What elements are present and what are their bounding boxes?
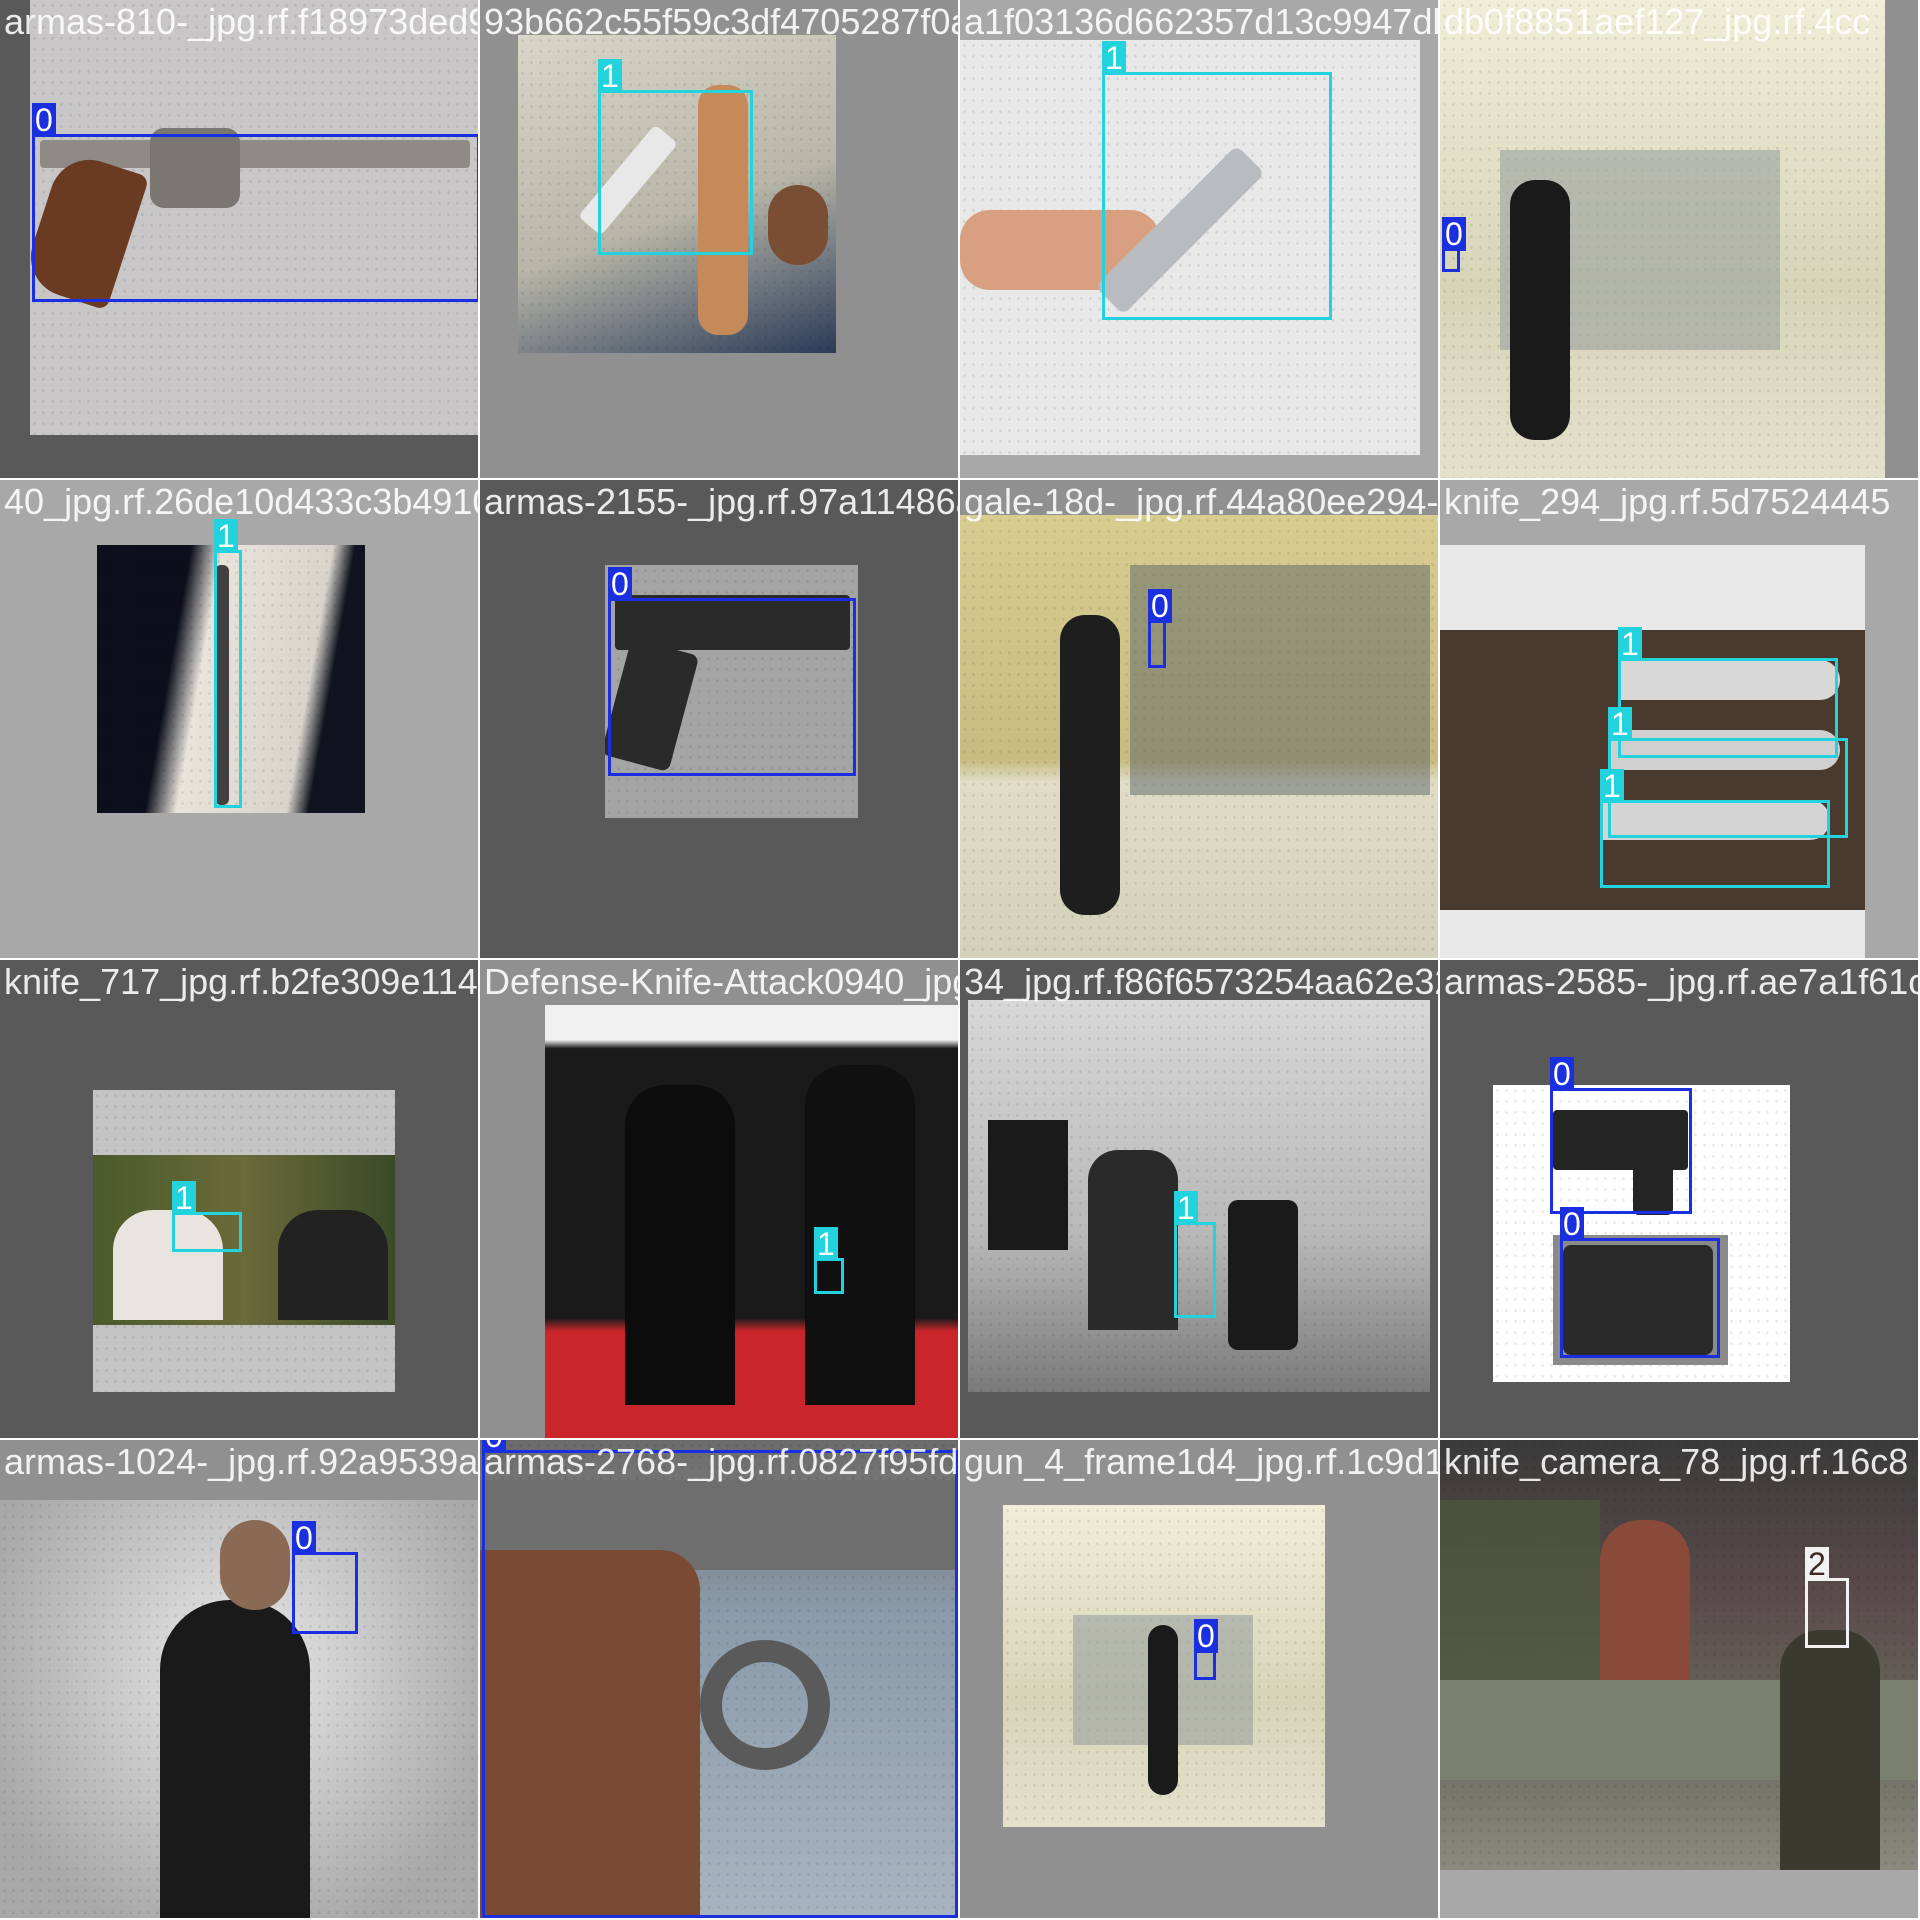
tile-filename: armas-1024-_jpg.rf.92a9539a84a102708a43 [4,1441,479,1482]
class-tag: 1 [1618,627,1642,661]
detection-box-gun: 0 [1560,1207,1720,1358]
tile-9: 1 knife_717_jpg.rf.b2fe309e114b15713d276… [0,960,480,1440]
class-tag: 0 [1442,217,1466,251]
tile-filename: knife_294_jpg.rf.5d7524445 [1444,481,1891,522]
tile-photo [1440,0,1885,478]
class-tag: 1 [1102,41,1126,75]
tile-photo [960,515,1438,958]
person [1060,615,1120,915]
tile-10: 1 Defense-Knife-Attack0940_jpg.rf.f86f65… [480,960,960,1440]
tile-filename: Defense-Knife-Attack0940_jpg.rf.f86f6573… [484,961,960,1002]
person [625,1085,735,1405]
glass-doors [1130,565,1430,795]
tile-filename: 40_jpg.rf.26de10d433c3b49108ca47215-a026… [4,481,478,522]
detection-box-knife: 1 [172,1181,242,1252]
class-tag: 1 [1600,769,1624,803]
detection-box-other: 2 [1805,1547,1849,1648]
image-grid: 0 armas-810-_jpg.rf.f18973ded93b662c55f5… [0,0,1920,1920]
person [1148,1625,1178,1795]
class-tag: 1 [1174,1191,1198,1225]
detection-box-knife: 1 [1600,769,1830,888]
tile-filename: 34_jpg.rf.f86f6573254aa62e32de588d_jpg.r… [964,961,1438,1002]
class-tag: 1 [598,59,622,93]
tile-photo [1440,1440,1918,1870]
detection-box-gun: 0 [1550,1057,1692,1214]
person-head [768,185,828,265]
tile-filename: gun_4_frame1d4_jpg.rf.1c9d14eff36e03f973 [964,1441,1438,1482]
class-tag: 0 [1560,1207,1584,1241]
detection-box-gun: 0 [608,567,856,776]
tile-13: 0 armas-1024-_jpg.rf.92a9539a84a102708a4… [0,1440,480,1920]
tile-8: 1 1 1 knife_294_jpg.rf.5d7524445 [1440,480,1920,960]
tile-16: 2 knife_camera_78_jpg.rf.16c8 [1440,1440,1920,1920]
tile-7: 0 gale-18d-_jpg.rf.44a80ee294-jpg.rf.5d [960,480,1440,960]
detection-box-gun: 0 [292,1521,358,1634]
detection-box-knife: 1 [1102,41,1332,320]
detection-box-gun: 0 [1148,589,1172,668]
detection-box-gun: 0 [32,103,478,302]
person [160,1600,310,1918]
tile-filename: a1f03136d662357d13c9947db0f8851aef127_jp… [964,1,1438,42]
class-tag: 0 [32,103,56,137]
tile-5: 1 40_jpg.rf.26de10d433c3b49108ca47215-a0… [0,480,480,960]
tile-photo [0,1500,478,1918]
person [1088,1150,1178,1330]
tile-14: 0 armas-2768-_jpg.rf.0827f95fdb354c3a144… [480,1440,960,1920]
class-tag: 0 [1550,1057,1574,1091]
class-tag: 1 [172,1181,196,1215]
person [1600,1520,1690,1680]
person [1510,180,1570,440]
tile-filename: knife_717_jpg.rf.b2fe309e114b15713d2764b… [4,961,478,1002]
tile-filename: armas-2585-_jpg.rf.ae7a1f61c [1444,961,1920,1002]
tile-photo [1003,1505,1325,1827]
tile-15: 0 gun_4_frame1d4_jpg.rf.1c9d14eff36e03f9… [960,1440,1440,1920]
tile-2: 1 93b662c55f59c3df4705287f0a1f03136d6623… [480,0,960,480]
monitor [988,1120,1068,1250]
class-tag: 1 [1608,707,1632,741]
detection-box-gun: 0 [482,1440,958,1918]
detection-box-gun: 0 [1442,217,1466,272]
tile-4: 0 db0f8851aef127_jpg.rf.4cc [1440,0,1920,480]
class-tag: 2 [1805,1547,1829,1581]
class-tag: 1 [814,1227,838,1261]
person [1780,1630,1880,1870]
detection-box-knife: 1 [814,1227,844,1294]
tile-3: 1 a1f03136d662357d13c9947db0f8851aef127_… [960,0,1440,480]
detection-box-knife: 1 [598,59,753,255]
chair [1228,1200,1298,1350]
class-tag: 0 [608,567,632,601]
class-tag: 0 [1148,589,1172,623]
tile-filename: armas-2155-_jpg.rf.97a11486a4e1f0a8b824_… [484,481,958,522]
class-tag: 0 [292,1521,316,1555]
tile-photo [93,1090,395,1392]
person [278,1210,388,1320]
class-tag: 0 [482,1440,506,1453]
tile-photo [968,1000,1430,1392]
tile-12: 0 0 armas-2585-_jpg.rf.ae7a1f61c [1440,960,1920,1440]
person-head [220,1520,290,1610]
detection-box-gun: 0 [1194,1619,1218,1680]
class-tag: 0 [1194,1619,1218,1653]
tile-photo [545,1005,958,1438]
detection-box-knife: 1 [1174,1191,1216,1318]
tile-11: 1 34_jpg.rf.f86f6573254aa62e32de588d_jpg… [960,960,1440,1440]
detection-box-knife: 1 [214,519,242,808]
class-tag: 1 [214,519,238,553]
tile-1: 0 armas-810-_jpg.rf.f18973ded93b662c55f5… [0,0,480,480]
tile-6: 0 armas-2155-_jpg.rf.97a11486a4e1f0a8b82… [480,480,960,960]
